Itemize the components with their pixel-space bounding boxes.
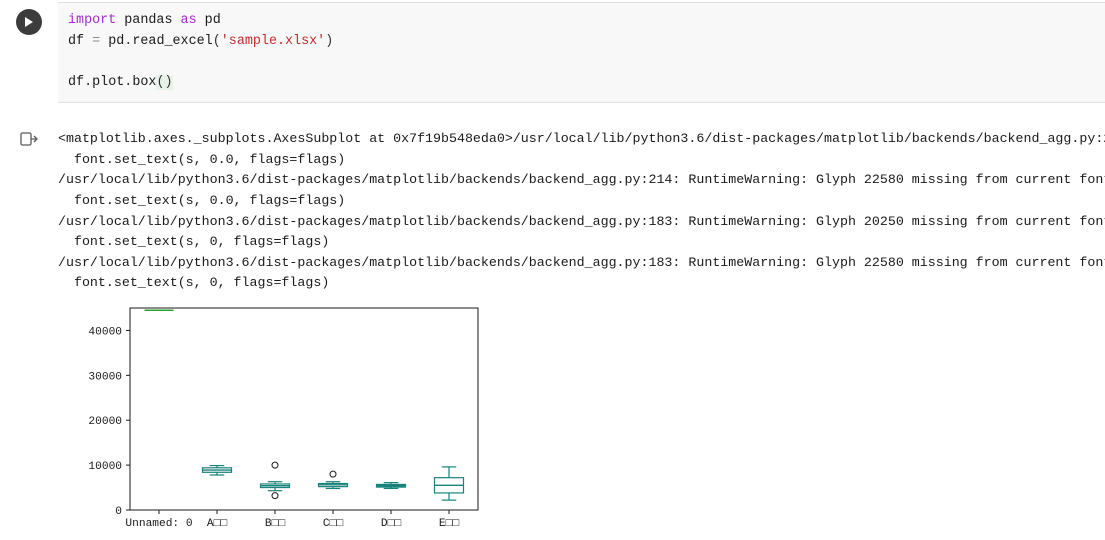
boxplot-figure: 0 10000 20000 30000 40000 Unnamed: 0 A□□ B□□ C□□… <box>80 298 490 538</box>
attr-plot: plot <box>92 75 124 90</box>
paren-open: ( <box>213 34 221 49</box>
var-df: df <box>68 34 84 49</box>
keyword-as: as <box>181 13 197 28</box>
keyword-import: import <box>68 13 116 28</box>
stdout-line: <matplotlib.axes._subplots.AxesSubplot a… <box>58 129 1105 150</box>
play-icon <box>23 16 35 28</box>
paren-close: ) <box>325 34 333 49</box>
svg-text:B□□: B□□ <box>265 518 285 530</box>
code-cell: import pandas as pd df = pd. read_excel('… <box>0 2 1105 103</box>
output-cell: <matplotlib.axes._subplots.AxesSubplot a… <box>0 121 1105 538</box>
boxplot-svg: 0 10000 20000 30000 40000 Unnamed: 0 A□□ B□□ C□□… <box>80 298 490 538</box>
stdout-line: font.set_text(s, 0.0, flags=flags) <box>58 191 1105 212</box>
paren-close-hl: ) <box>164 75 172 90</box>
stdout-line: /usr/local/lib/python3.6/dist-packages/m… <box>58 170 1105 191</box>
output-content: <matplotlib.axes._subplots.AxesSubplot a… <box>58 121 1105 538</box>
output-gutter <box>0 121 58 147</box>
ref-pd: pd <box>108 34 124 49</box>
svg-text:A□□: A□□ <box>207 518 227 530</box>
svg-text:20000: 20000 <box>88 416 122 428</box>
svg-text:10000: 10000 <box>88 461 122 473</box>
svg-text:E□□: E□□ <box>439 518 459 530</box>
stdout-line: /usr/local/lib/python3.6/dist-packages/m… <box>58 212 1105 233</box>
attr-box: box <box>132 75 156 90</box>
op-assign: = <box>92 34 100 49</box>
stdout-line: font.set_text(s, 0, flags=flags) <box>58 273 1105 294</box>
var-df2: df <box>68 75 84 90</box>
svg-text:40000: 40000 <box>88 326 122 338</box>
string-literal: 'sample.xlsx' <box>221 34 325 49</box>
alias-pd: pd <box>205 13 221 28</box>
module-pandas: pandas <box>124 13 172 28</box>
dot2: . <box>84 75 92 90</box>
svg-text:30000: 30000 <box>88 371 122 383</box>
stdout-line: /usr/local/lib/python3.6/dist-packages/m… <box>58 253 1105 274</box>
stdout-line: font.set_text(s, 0.0, flags=flags) <box>58 150 1105 171</box>
output-icon <box>16 131 42 147</box>
code-editor[interactable]: import pandas as pd df = pd. read_excel('… <box>58 2 1105 103</box>
svg-text:Unnamed: 0: Unnamed: 0 <box>125 518 192 530</box>
svg-text:C□□: C□□ <box>323 518 343 530</box>
stdout-line: font.set_text(s, 0, flags=flags) <box>58 232 1105 253</box>
cell-gutter <box>0 2 58 35</box>
run-button[interactable] <box>16 9 42 35</box>
svg-text:D□□: D□□ <box>381 518 401 530</box>
fn-read-excel: read_excel <box>132 34 212 49</box>
svg-text:0: 0 <box>115 506 122 518</box>
